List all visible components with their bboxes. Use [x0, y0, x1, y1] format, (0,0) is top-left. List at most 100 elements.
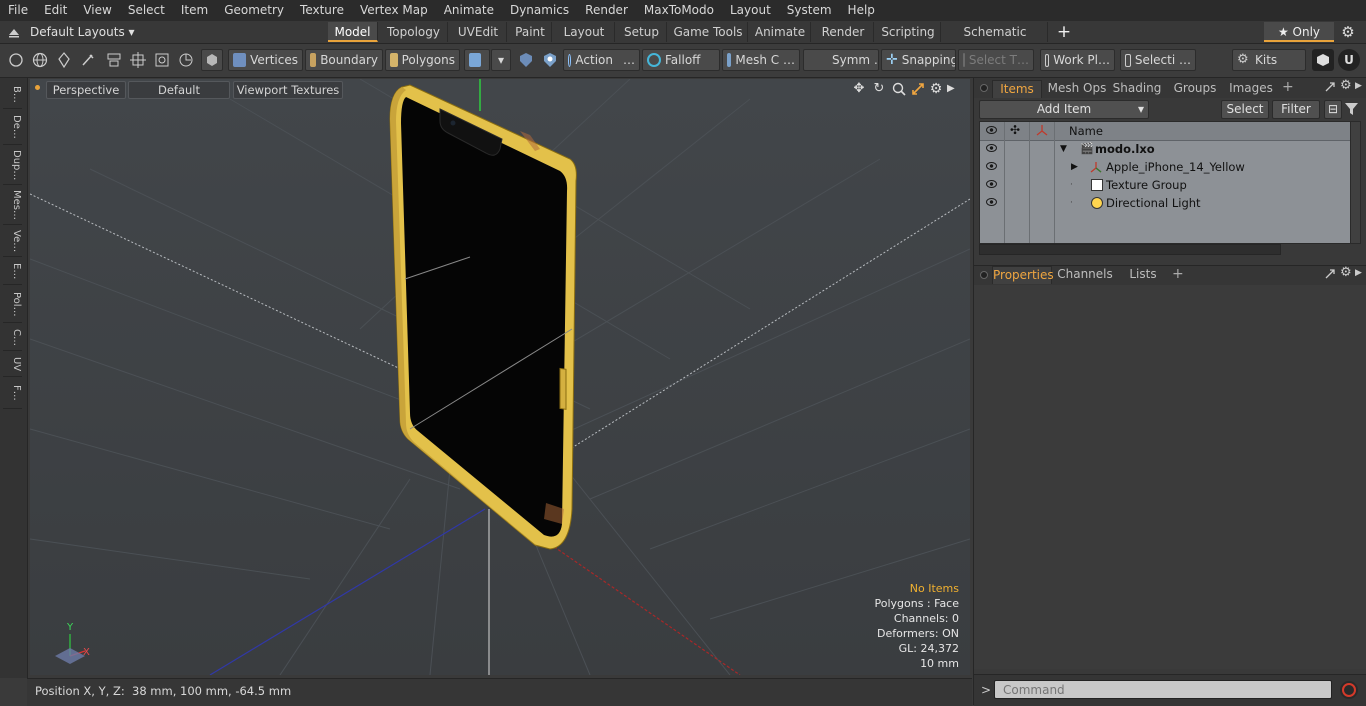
boundary-button[interactable]: Boundary	[305, 49, 383, 71]
tab-model[interactable]: Model	[328, 22, 378, 42]
left-tab-duplicate[interactable]: Dup…	[3, 146, 22, 185]
tab-images[interactable]: Images	[1226, 80, 1276, 97]
rotate-view-icon[interactable]: ↻	[871, 81, 887, 97]
3d-viewport[interactable]: Y X Perspective Default Viewport Texture…	[30, 79, 970, 675]
list-item-texture-group[interactable]: · Texture Group	[980, 176, 1350, 194]
move-view-icon[interactable]: ✥	[851, 81, 867, 97]
list-item-modo-lxo[interactable]: ▼ 🎬 modo.lxo	[980, 140, 1350, 158]
left-tab-edge[interactable]: E…	[3, 258, 22, 285]
brush-icon[interactable]	[77, 49, 99, 71]
menu-layout[interactable]: Layout	[722, 0, 779, 21]
menu-file[interactable]: File	[0, 0, 36, 21]
menu-edit[interactable]: Edit	[36, 0, 75, 21]
tab-items[interactable]: Items	[992, 80, 1042, 98]
list-item-directional-light[interactable]: · Directional Light	[980, 194, 1350, 212]
rotate-icon[interactable]	[175, 49, 197, 71]
shield-icon[interactable]	[539, 49, 561, 71]
visibility-eye-icon[interactable]	[986, 180, 997, 188]
tab-paint[interactable]: Paint	[509, 22, 552, 42]
select-button[interactable]: Select	[1221, 100, 1269, 119]
expand-panel-icon[interactable]	[1324, 81, 1336, 93]
item-list-hscrollbar[interactable]	[979, 244, 1281, 255]
collapse-icon[interactable]: ⊟	[1324, 100, 1342, 119]
add-properties-tab-icon[interactable]: +	[1172, 266, 1184, 282]
menu-help[interactable]: Help	[840, 0, 883, 21]
menu-animate[interactable]: Animate	[436, 0, 502, 21]
symmetry-button[interactable]: Symm …	[803, 49, 879, 71]
panel-expand-icon[interactable]: ▶	[1355, 81, 1362, 91]
fit-view-icon[interactable]	[910, 81, 926, 97]
vertices-button[interactable]: Vertices	[228, 49, 303, 71]
visibility-eye-icon[interactable]	[986, 162, 997, 170]
unreal-icon[interactable]: U	[1338, 49, 1360, 71]
properties-gear-icon[interactable]: ⚙	[1340, 265, 1352, 280]
funnel-icon[interactable]	[1344, 101, 1359, 116]
layout-menu-icon[interactable]	[8, 26, 20, 38]
panel-gear-icon[interactable]: ⚙	[1340, 78, 1352, 93]
menu-vertex-map[interactable]: Vertex Map	[352, 0, 436, 21]
expand-arrow-icon[interactable]: ▼	[1060, 140, 1067, 158]
name-column-header[interactable]: Name	[1069, 124, 1103, 138]
left-tab-mesh[interactable]: Mes…	[3, 186, 22, 225]
left-tab-uv[interactable]: UV	[3, 352, 22, 377]
menu-maxtomodo[interactable]: MaxToModo	[636, 0, 722, 21]
polygons-button[interactable]: Polygons	[385, 49, 460, 71]
add-tab-icon[interactable]: +	[1055, 22, 1073, 42]
panel-menu-dot[interactable]	[980, 84, 988, 92]
menu-view[interactable]: View	[75, 0, 119, 21]
item-list-scrollbar[interactable]	[1350, 121, 1361, 244]
visibility-eye-icon[interactable]	[986, 198, 997, 206]
unity-icon[interactable]	[1312, 49, 1334, 71]
left-tab-fusion[interactable]: F…	[3, 378, 22, 409]
left-tab-basic[interactable]: B…	[3, 80, 22, 109]
gear-icon[interactable]: ⚙	[1340, 24, 1356, 40]
select-circle-icon[interactable]	[5, 49, 27, 71]
tab-scripting[interactable]: Scripting	[876, 22, 941, 42]
menu-select[interactable]: Select	[120, 0, 173, 21]
align-icon[interactable]	[103, 49, 125, 71]
select-through-button[interactable]: Select T…	[958, 49, 1034, 71]
kits-button[interactable]: ⚙ Kits	[1232, 49, 1306, 71]
menu-item[interactable]: Item	[173, 0, 216, 21]
shading-dropdown[interactable]: Default	[128, 81, 230, 99]
add-item-dropdown[interactable]: Add Item ▾	[979, 100, 1149, 119]
expand-properties-icon[interactable]	[1324, 268, 1336, 280]
chevron-down-icon[interactable]: ▾	[491, 49, 511, 71]
mesh-constraint-button[interactable]: Mesh C …	[722, 49, 800, 71]
tab-setup[interactable]: Setup	[617, 22, 667, 42]
expand-arrow-icon[interactable]: ▶	[1071, 158, 1078, 176]
viewport-menu-dot[interactable]	[35, 85, 40, 90]
menu-system[interactable]: System	[779, 0, 840, 21]
command-input[interactable]	[994, 680, 1332, 699]
layout-dropdown[interactable]: Default Layouts ▾	[30, 21, 135, 43]
viewport-expand-icon[interactable]: ▶	[947, 82, 957, 96]
viewport-gear-icon[interactable]: ⚙	[928, 81, 944, 97]
menu-render[interactable]: Render	[577, 0, 636, 21]
item-list[interactable]: ✣ Name ▼ 🎬 modo.lxo ▶ Apple_iPhone_14_Ye…	[979, 121, 1351, 244]
selection-button[interactable]: Selecti …	[1120, 49, 1196, 71]
tab-schematic-fusion[interactable]: Schematic Fusion	[943, 22, 1048, 59]
left-tab-deform[interactable]: De…	[3, 110, 22, 145]
tab-shading[interactable]: Shading	[1110, 80, 1164, 97]
filter-button[interactable]: Filter	[1272, 100, 1320, 119]
tab-lists[interactable]: Lists	[1120, 266, 1166, 283]
list-item-iphone[interactable]: ▶ Apple_iPhone_14_Yellow	[980, 158, 1350, 176]
zoom-view-icon[interactable]	[891, 81, 907, 97]
globe-icon[interactable]	[29, 49, 51, 71]
viewport-textures-button[interactable]: Viewport Textures	[233, 81, 343, 99]
properties-menu-dot[interactable]	[980, 271, 988, 279]
left-tab-polygon[interactable]: Pol…	[3, 286, 22, 323]
tab-groups[interactable]: Groups	[1166, 80, 1224, 97]
tab-render[interactable]: Render	[813, 22, 874, 42]
left-tab-curve[interactable]: C…	[3, 324, 22, 351]
pen-tool-icon[interactable]	[53, 49, 75, 71]
visibility-eye-icon[interactable]	[986, 144, 997, 152]
material-button[interactable]	[464, 49, 490, 71]
only-toggle[interactable]: ★ Only	[1264, 22, 1334, 42]
menu-texture[interactable]: Texture	[292, 0, 352, 21]
tab-layout[interactable]: Layout	[554, 22, 615, 42]
menu-geometry[interactable]: Geometry	[216, 0, 292, 21]
properties-expand-icon[interactable]: ▶	[1355, 268, 1362, 278]
action-button[interactable]: Action…	[563, 49, 640, 71]
left-tab-vertex[interactable]: Ve…	[3, 226, 22, 257]
